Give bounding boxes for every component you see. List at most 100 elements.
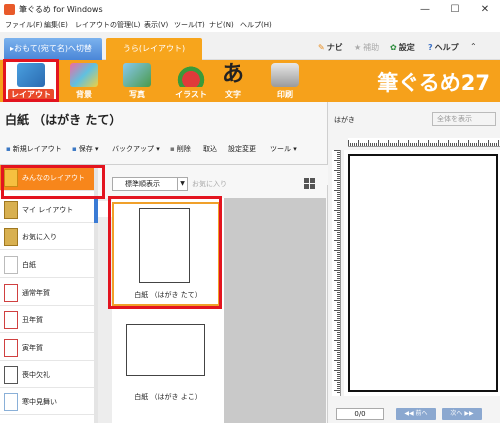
ruler-tick (472, 143, 473, 146)
ribbon-photo-button[interactable]: 写真 (110, 60, 164, 102)
settings-change-button[interactable]: 設定変更 (228, 144, 256, 154)
ruler-tick (337, 166, 340, 167)
menu-file[interactable]: ファイル(F) (5, 20, 43, 30)
ruler-tick (334, 160, 340, 161)
ruler-tick (337, 222, 340, 223)
category-item[interactable]: 白紙 (0, 252, 97, 278)
next-button[interactable]: 次へ ▶▶ (442, 408, 482, 420)
ribbon-print-button[interactable]: 印刷 (258, 60, 312, 102)
ribbon-text-button[interactable]: あ 文字 (206, 60, 260, 102)
ruler-tick (404, 143, 405, 146)
ruler-tick (337, 274, 340, 275)
category-label: 丑年賀 (22, 316, 43, 324)
ruler-tick (337, 306, 340, 307)
ruler-tick (334, 270, 340, 271)
ruler-tick (364, 143, 365, 146)
ruler-tick (337, 362, 340, 363)
help-link[interactable]: ? ヘルプ (428, 42, 459, 53)
import-button[interactable]: 取込 (203, 144, 217, 154)
tab-omote[interactable]: ▸おもて(宛て名)へ切替 (4, 38, 102, 60)
backup-button[interactable]: バックアップ ▾ (112, 144, 160, 154)
ruler-tick (426, 143, 427, 146)
sort-select[interactable]: 標準順表示 ▼ (112, 177, 188, 191)
ruler-tick (408, 140, 409, 146)
menu-tool[interactable]: ツール(T) (174, 20, 205, 30)
category-item[interactable]: 丑年賀 (0, 307, 97, 333)
delete-button[interactable]: ▪ 削除 (170, 144, 191, 154)
ruler-tick (334, 260, 340, 261)
preview-label: はがき (334, 116, 355, 124)
ruler-tick (337, 312, 340, 313)
ruler-tick (484, 143, 485, 146)
minimize-button[interactable]: — (410, 0, 440, 19)
ribbon-background-button[interactable]: 背景 (57, 60, 111, 102)
menu-help[interactable]: ヘルプ(H) (240, 20, 272, 30)
close-button[interactable]: ✕ (470, 0, 500, 19)
ruler-tick (492, 143, 493, 146)
category-item[interactable]: 寅年賀 (0, 335, 97, 361)
ruler-tick (337, 212, 340, 213)
ruler-tick (454, 143, 455, 146)
ruler-tick (396, 143, 397, 146)
ruler-tick (337, 184, 340, 185)
mourning-card-icon (4, 366, 18, 384)
ruler-tick (337, 354, 340, 355)
ruler-tick (400, 143, 401, 146)
ruler-tick (337, 366, 340, 367)
ruler-tick (494, 143, 495, 146)
category-item[interactable]: 通常年賀 (0, 280, 97, 306)
ruler-tick (366, 143, 367, 146)
category-item[interactable]: 寒中見舞い (0, 389, 97, 415)
menu-navi[interactable]: ナビ(N) (209, 20, 234, 30)
ruler-tick (334, 320, 340, 321)
postcard-preview[interactable] (348, 154, 498, 392)
tab-ura[interactable]: うら(レイアウト) (106, 38, 202, 60)
ruler-tick (337, 232, 340, 233)
window-title: 筆ぐるめ for Windows (19, 5, 103, 14)
ruler-tick (337, 196, 340, 197)
settei-link[interactable]: ✿ 設定 (390, 42, 415, 53)
ruler-tick (334, 240, 340, 241)
thumbnail-card[interactable]: 白紙 （はがき よこ） (112, 318, 224, 418)
ruler-tick (337, 202, 340, 203)
ribbon-print-label: 印刷 (277, 90, 293, 99)
ruler-tick (337, 314, 340, 315)
blank-card-icon (4, 256, 18, 274)
title-bar: 筆ぐるめ for Windows — ☐ ✕ (0, 0, 500, 19)
hojo-link[interactable]: ★ 補助 (354, 42, 379, 53)
collapse-icon[interactable]: ⌃ (470, 42, 477, 51)
ruler-tick (482, 143, 483, 146)
menu-view[interactable]: 表示(V) (144, 20, 168, 30)
grid-view-icon[interactable] (304, 178, 315, 189)
app-window: 筆ぐるめ for Windows — ☐ ✕ ファイル(F) 編集(E) レイア… (0, 0, 500, 423)
ruler-tick (476, 143, 477, 146)
ruler-tick (337, 328, 340, 329)
prev-button[interactable]: ◀◀ 前へ (396, 408, 436, 420)
ruler-tick (337, 254, 340, 255)
ruler-tick (337, 172, 340, 173)
category-label: 寒中見舞い (22, 398, 57, 406)
category-item[interactable]: お気に入り (0, 224, 97, 250)
tool-dropdown[interactable]: ツール ▾ (270, 144, 297, 154)
ruler-tick (406, 143, 407, 146)
favorite-button[interactable]: お気に入り (192, 179, 227, 189)
new-layout-button[interactable]: ▪ 新規レイアウト (6, 144, 62, 154)
menu-edit[interactable]: 編集(E) (44, 20, 68, 30)
category-item[interactable]: 喪中欠礼 (0, 362, 97, 388)
ruler-tick (428, 140, 429, 146)
ruler-tick (337, 262, 340, 263)
ruler-tick (337, 264, 340, 265)
navi-link[interactable]: ✎ ナビ (318, 42, 343, 53)
menu-layout[interactable]: レイアウトの管理(L) (75, 20, 140, 30)
ruler-tick (337, 368, 340, 369)
ruler-tick (337, 302, 340, 303)
ribbon-text-label: 文字 (225, 90, 241, 99)
maximize-button[interactable]: ☐ (440, 0, 470, 19)
ruler-tick (334, 280, 340, 281)
ruler-tick (334, 190, 340, 191)
category-item[interactable]: マイ レイアウト (0, 197, 97, 223)
photo-icon (123, 63, 151, 87)
display-mode-select[interactable]: 全体を表示 (432, 112, 496, 126)
save-button[interactable]: ▪ 保存 ▾ (72, 144, 99, 154)
ruler-tick (337, 282, 340, 283)
